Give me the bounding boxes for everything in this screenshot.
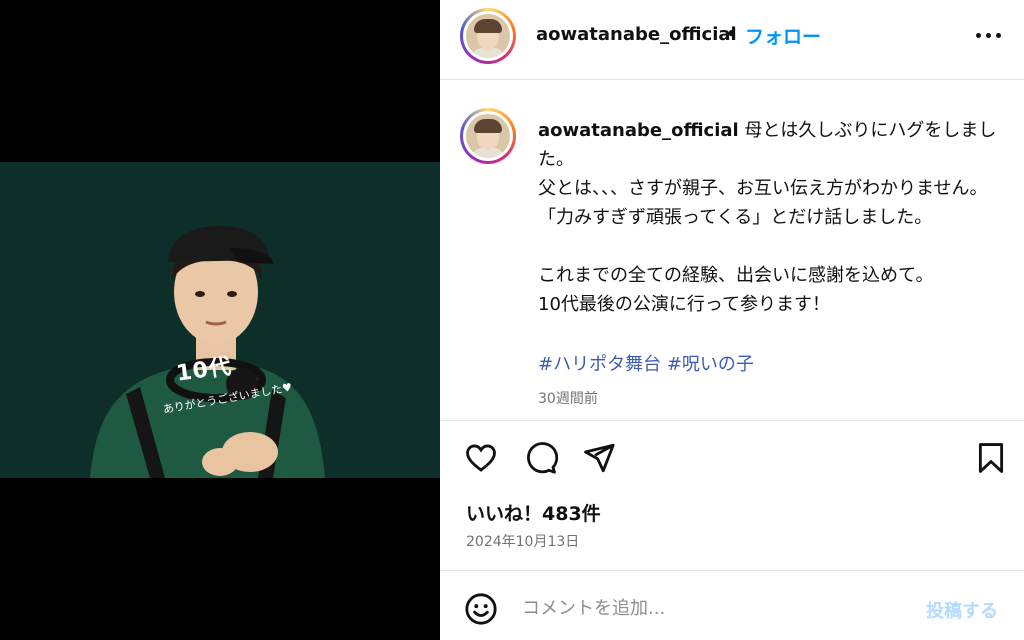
post-header: aowatanabe_official • フォロー: [440, 0, 1024, 80]
post-comment-button[interactable]: 投稿する: [926, 597, 998, 623]
send-icon[interactable]: [582, 441, 616, 475]
comment-bar: 投稿する: [440, 570, 1024, 640]
post-time-ago: 30週間前: [538, 391, 598, 407]
more-horizontal-icon[interactable]: [974, 25, 1004, 45]
caption-username[interactable]: aowatanabe_official: [538, 120, 739, 141]
hashtag-link[interactable]: #呪いの子: [667, 354, 754, 375]
comment-input[interactable]: [522, 593, 902, 623]
post-date: 2024年10月13日: [466, 534, 580, 550]
heart-icon[interactable]: [464, 441, 498, 475]
hashtag-link[interactable]: #ハリポタ舞台: [538, 354, 661, 375]
person-illustration: [90, 226, 325, 478]
like-count[interactable]: いいね！483件: [466, 499, 601, 526]
post-media: 10代 ありがとうございました♥: [0, 0, 440, 640]
caption-body: 母とは久しぶりにハグをしました。 父とは、、、さすが親子、お互い伝え方がわかりま…: [538, 120, 997, 315]
caption-avatar[interactable]: [460, 108, 516, 164]
post-image[interactable]: 10代 ありがとうございました♥: [0, 162, 440, 478]
bookmark-icon[interactable]: [974, 441, 1008, 475]
hashtag-list: #ハリポタ舞台 #呪いの子: [538, 350, 754, 376]
comment-icon[interactable]: [524, 441, 558, 475]
avatar[interactable]: [460, 8, 516, 64]
emoji-icon[interactable]: [464, 592, 498, 626]
action-bar: いいね！483件 2024年10月13日: [440, 420, 1024, 570]
caption-section: aowatanabe_official 母とは久しぶりにハグをしました。 父とは…: [440, 80, 1024, 420]
post-detail-panel: aowatanabe_official • フォロー aowatanabe_of…: [440, 0, 1024, 640]
author-username[interactable]: aowatanabe_official: [536, 24, 737, 45]
follow-button[interactable]: フォロー: [745, 22, 821, 49]
caption-text: aowatanabe_official 母とは久しぶりにハグをしました。 父とは…: [538, 116, 1008, 319]
separator-dot: •: [726, 24, 738, 45]
